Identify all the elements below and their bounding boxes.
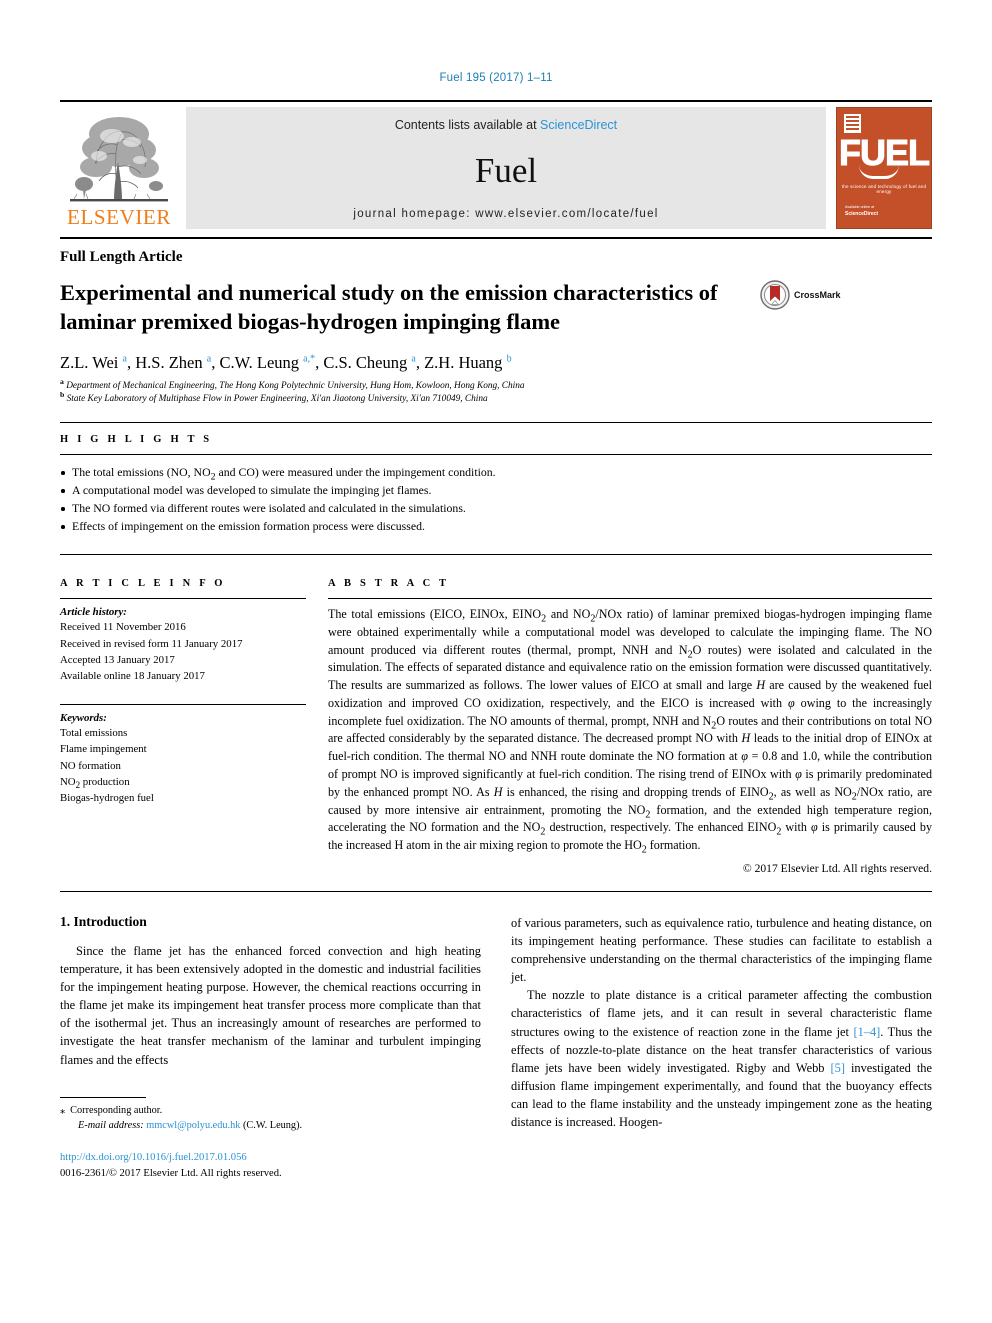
citation-link[interactable]: [5] xyxy=(831,1061,845,1075)
affiliation-list: a Department of Mechanical Engineering, … xyxy=(60,376,932,407)
list-item: Effects of impingement on the emission f… xyxy=(60,518,932,536)
abstract-rule xyxy=(328,598,932,600)
intro-paragraph-right-2: The nozzle to plate distance is a critic… xyxy=(511,986,932,1131)
list-item: The NO formed via different routes were … xyxy=(60,500,932,518)
affiliation-a: a Department of Mechanical Engineering, … xyxy=(60,376,525,391)
citation-link[interactable]: [1–4] xyxy=(853,1025,880,1039)
corresponding-author-note: ⁎ Corresponding author. xyxy=(60,1103,481,1118)
keyword-item: NO2 production xyxy=(60,775,130,791)
article-info-rule xyxy=(60,598,306,600)
crossmark-icon xyxy=(760,280,790,310)
section-title-introduction: 1. Introduction xyxy=(60,913,147,929)
abstract-body: The total emissions (EICO, EINOx, EINO2 … xyxy=(328,607,932,856)
sciencedirect-link[interactable]: ScienceDirect xyxy=(540,118,617,132)
footnote-area: ⁎ Corresponding author. E-mail address: m… xyxy=(60,1096,481,1183)
cover-subtitle-text: the science and technology of fuel and e… xyxy=(841,184,927,194)
keyword-item: NO formation xyxy=(60,759,121,772)
cover-swoosh-graphic xyxy=(859,165,899,179)
masthead-top-rule xyxy=(60,100,932,102)
list-item: A computational model was developed to s… xyxy=(60,482,932,500)
highlights-inner-rule xyxy=(60,454,932,456)
abstract-column: A B S T R A C T The total emissions (EIC… xyxy=(328,567,932,875)
cover-footer-availability: Available online at xyxy=(845,204,875,209)
doi-link[interactable]: http://dx.doi.org/10.1016/j.fuel.2017.01… xyxy=(60,1150,481,1166)
highlights-top-rule xyxy=(60,422,932,424)
article-history-label: Article history: xyxy=(60,606,127,619)
cover-footer-text: Available online at ScienceDirect xyxy=(845,204,878,219)
article-history-item: Accepted 13 January 2017 xyxy=(60,653,175,666)
cover-logo-icon xyxy=(844,114,861,133)
author-list: Z.L. Wei a, H.S. Zhen a, C.W. Leung a,*,… xyxy=(60,352,512,372)
journal-masthead: ELSEVIER Contents lists available at Sci… xyxy=(60,107,932,229)
masthead-center-panel: Contents lists available at ScienceDirec… xyxy=(186,107,826,229)
intro-paragraph-left: Since the flame jet has the enhanced for… xyxy=(60,943,481,1067)
affiliation-b: b State Key Laboratory of Multiphase Flo… xyxy=(60,389,488,404)
running-head: Fuel 195 (2017) 1–11 xyxy=(439,72,553,84)
keywords-label: Keywords: xyxy=(60,711,107,724)
journal-title: Fuel xyxy=(474,150,538,190)
abstract-copyright: © 2017 Elsevier Ltd. All rights reserved… xyxy=(742,861,932,875)
journal-homepage-link[interactable]: journal homepage: www.elsevier.com/locat… xyxy=(353,208,658,220)
title-row: Experimental and numerical study on the … xyxy=(60,278,932,337)
cover-footer-brand: ScienceDirect xyxy=(845,211,879,217)
article-history-item: Available online 18 January 2017 xyxy=(60,670,205,683)
body-column-left: 1. Introduction Since the flame jet has … xyxy=(60,914,481,1182)
article-info-column: A R T I C L E I N F O Article history: R… xyxy=(60,567,328,875)
infoabstract-bottom-rule xyxy=(60,890,932,892)
abstract-heading: A B S T R A C T xyxy=(328,578,450,590)
doi-block: http://dx.doi.org/10.1016/j.fuel.2017.01… xyxy=(60,1150,481,1182)
body-column-right: of various parameters, such as equivalen… xyxy=(511,914,932,1182)
author-affil-marker: a,* xyxy=(303,353,316,364)
footnote-rule xyxy=(60,1096,146,1098)
article-info-heading: A R T I C L E I N F O xyxy=(60,578,226,590)
keyword-item: Total emissions xyxy=(60,726,128,739)
elsevier-tree-icon xyxy=(70,117,168,202)
page-title: Experimental and numerical study on the … xyxy=(60,280,718,335)
corresponding-marker: ⁎ xyxy=(60,1104,66,1116)
keywords-block: Keywords: Total emissions Flame impingem… xyxy=(60,703,306,807)
journal-cover-image[interactable]: FUEL the science and technology of fuel … xyxy=(836,107,932,229)
highlights-list: The total emissions (NO, NO2 and CO) wer… xyxy=(60,464,932,536)
contents-available-line: Contents lists available at ScienceDirec… xyxy=(395,118,617,132)
email-note: E-mail address: mmcwl@polyu.edu.hk (C.W.… xyxy=(60,1118,481,1133)
email-link[interactable]: mmcwl@polyu.edu.hk xyxy=(146,1120,240,1131)
article-history-item: Received 11 November 2016 xyxy=(60,621,186,634)
author-affil-marker: a xyxy=(411,353,416,364)
email-owner: (C.W. Leung). xyxy=(242,1120,303,1132)
email-label: E-mail address: xyxy=(78,1120,144,1132)
author-affil-marker: a xyxy=(122,353,127,364)
author-affil-marker: b xyxy=(506,353,512,364)
crossmark-label: CrossMark xyxy=(794,290,841,300)
masthead-bottom-rule xyxy=(60,237,932,239)
infoabstract-top-rule xyxy=(60,554,932,556)
crossmark-badge[interactable]: CrossMark xyxy=(760,280,841,310)
keyword-item: Flame impingement xyxy=(60,743,147,756)
list-item: The total emissions (NO, NO2 and CO) wer… xyxy=(60,464,932,482)
corresponding-label: Corresponding author. xyxy=(70,1104,163,1116)
author-affil-marker: a xyxy=(206,353,212,364)
article-history-item: Received in revised form 11 January 2017 xyxy=(60,637,243,650)
intro-paragraph-right-continued: of various parameters, such as equivalen… xyxy=(511,915,932,985)
keyword-item: Biogas-hydrogen fuel xyxy=(60,792,154,805)
elsevier-logo[interactable]: ELSEVIER xyxy=(60,107,178,229)
body-columns: 1. Introduction Since the flame jet has … xyxy=(60,914,932,1182)
keywords-rule xyxy=(60,703,306,705)
highlights-heading: H I G H L I G H T S xyxy=(60,434,213,446)
issn-copyright-line: 0016-2361/© 2017 Elsevier Ltd. All right… xyxy=(60,1168,282,1180)
article-type-label: Full Length Article xyxy=(60,249,183,265)
contents-prefix: Contents lists available at xyxy=(394,118,537,132)
info-abstract-row: A R T I C L E I N F O Article history: R… xyxy=(60,567,932,875)
elsevier-wordmark: ELSEVIER xyxy=(67,205,171,229)
paper-page: Fuel 195 (2017) 1–11 ELSEVIER Contents l… xyxy=(0,0,992,1182)
